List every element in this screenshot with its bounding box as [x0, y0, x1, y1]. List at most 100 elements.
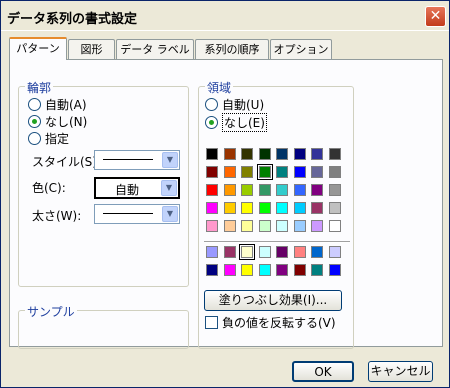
- tab-pattern[interactable]: パターン: [9, 37, 67, 60]
- color-swatch[interactable]: [223, 202, 236, 214]
- color-swatch[interactable]: [239, 244, 255, 260]
- color-swatch[interactable]: [258, 264, 271, 276]
- color-swatch[interactable]: [223, 246, 236, 258]
- fill-effects-button[interactable]: 塗りつぶし効果(I)...: [204, 290, 342, 311]
- line-style-select[interactable]: ▼: [94, 150, 180, 170]
- color-swatch[interactable]: [293, 220, 306, 232]
- ok-button[interactable]: OK: [292, 361, 354, 382]
- outline-custom-radio[interactable]: 指定: [28, 130, 69, 147]
- line-weight-label: 太さ(W):: [32, 209, 82, 223]
- color-swatch[interactable]: [256, 164, 273, 180]
- color-swatch[interactable]: [223, 148, 236, 160]
- color-swatch[interactable]: [293, 264, 306, 276]
- color-swatch[interactable]: [311, 264, 323, 276]
- radio-circle-selected: [28, 115, 41, 128]
- color-swatch[interactable]: [258, 148, 271, 160]
- outline-auto-radio[interactable]: 自動(A): [28, 96, 87, 113]
- color-swatch[interactable]: [223, 220, 236, 232]
- radio-circle: [28, 98, 41, 111]
- color-swatch[interactable]: [328, 220, 341, 232]
- sample-group-label: サンプル: [25, 303, 77, 320]
- color-swatch[interactable]: [293, 202, 306, 214]
- color-swatch[interactable]: [328, 246, 341, 258]
- color-swatch[interactable]: [241, 184, 253, 196]
- radio-circle: [28, 132, 41, 145]
- line-weight-preview: [103, 213, 153, 214]
- color-swatch[interactable]: [258, 220, 271, 232]
- invert-negative-label: 負の値を反転する(V): [222, 316, 336, 330]
- line-style-preview: [103, 159, 153, 160]
- color-swatch[interactable]: [311, 220, 323, 232]
- color-swatch[interactable]: [276, 264, 288, 276]
- color-swatch[interactable]: [328, 166, 341, 178]
- line-color-value: 自動: [114, 183, 139, 197]
- color-swatch[interactable]: [293, 246, 306, 258]
- color-swatch[interactable]: [276, 202, 288, 214]
- title-bar: データ系列の書式設定 ✕: [1, 1, 449, 31]
- area-none-radio[interactable]: なし(E): [205, 113, 267, 132]
- color-swatch[interactable]: [276, 166, 288, 178]
- area-auto-radio[interactable]: 自動(U): [205, 96, 264, 113]
- color-swatch[interactable]: [328, 264, 341, 276]
- color-swatch[interactable]: [311, 166, 323, 178]
- color-swatch[interactable]: [206, 202, 218, 214]
- chevron-down-icon[interactable]: ▼: [162, 152, 178, 168]
- line-weight-select[interactable]: ▼: [94, 204, 180, 224]
- sample-group: サンプル: [18, 303, 189, 349]
- color-swatch[interactable]: [241, 148, 253, 160]
- color-swatch[interactable]: [206, 166, 218, 178]
- color-swatch[interactable]: [311, 202, 323, 214]
- close-button[interactable]: ✕: [425, 6, 446, 27]
- color-swatch[interactable]: [293, 148, 306, 160]
- color-swatch[interactable]: [206, 220, 218, 232]
- color-swatch[interactable]: [276, 246, 288, 258]
- color-swatch[interactable]: [223, 166, 236, 178]
- invert-negative-checkbox[interactable]: 負の値を反転する(V): [205, 314, 336, 331]
- color-swatch[interactable]: [328, 184, 341, 196]
- color-swatch[interactable]: [206, 184, 218, 196]
- chevron-down-icon[interactable]: ▼: [162, 206, 178, 222]
- color-swatch[interactable]: [276, 148, 288, 160]
- dialog-title: データ系列の書式設定: [7, 12, 138, 27]
- outline-none-radio[interactable]: なし(N): [28, 113, 87, 130]
- tab-series-order[interactable]: 系列の順序: [195, 39, 269, 59]
- color-swatch[interactable]: [241, 220, 253, 232]
- line-color-label: 色(C):: [32, 181, 66, 195]
- color-swatch[interactable]: [293, 166, 306, 178]
- line-color-select[interactable]: 自動 ▼: [94, 177, 180, 199]
- color-swatch[interactable]: [206, 246, 218, 258]
- color-swatch[interactable]: [311, 184, 323, 196]
- color-swatch[interactable]: [241, 202, 253, 214]
- outline-custom-label: 指定: [45, 132, 70, 146]
- tab-data-labels[interactable]: データ ラベル: [116, 39, 194, 59]
- outline-none-label: なし(N): [45, 115, 88, 129]
- chevron-down-icon[interactable]: ▼: [161, 180, 177, 196]
- color-swatch[interactable]: [276, 220, 288, 232]
- color-swatch[interactable]: [276, 184, 288, 196]
- color-swatch[interactable]: [241, 264, 253, 276]
- outline-group-label: 輪郭: [25, 79, 54, 96]
- tab-shape[interactable]: 図形: [68, 39, 115, 59]
- radio-circle: [205, 98, 218, 111]
- color-swatch[interactable]: [241, 166, 253, 178]
- color-swatch[interactable]: [311, 246, 323, 258]
- area-none-label: なし(E): [222, 113, 267, 132]
- color-swatch[interactable]: [258, 246, 271, 258]
- color-swatch[interactable]: [293, 184, 306, 196]
- color-swatch[interactable]: [206, 264, 218, 276]
- color-swatch[interactable]: [258, 184, 271, 196]
- area-auto-label: 自動(U): [222, 98, 265, 112]
- outline-auto-label: 自動(A): [45, 98, 87, 112]
- area-group-label: 領域: [205, 79, 234, 96]
- cancel-button[interactable]: キャンセル: [368, 361, 433, 382]
- color-swatch[interactable]: [328, 148, 341, 160]
- palette-separator: [204, 241, 350, 243]
- tab-options[interactable]: オプション: [270, 39, 332, 59]
- checkbox-box: [205, 316, 218, 329]
- color-swatch[interactable]: [223, 264, 236, 276]
- color-swatch[interactable]: [206, 148, 218, 160]
- color-swatch[interactable]: [258, 202, 271, 214]
- color-swatch[interactable]: [311, 148, 323, 160]
- color-swatch[interactable]: [223, 184, 236, 196]
- color-swatch[interactable]: [328, 202, 341, 214]
